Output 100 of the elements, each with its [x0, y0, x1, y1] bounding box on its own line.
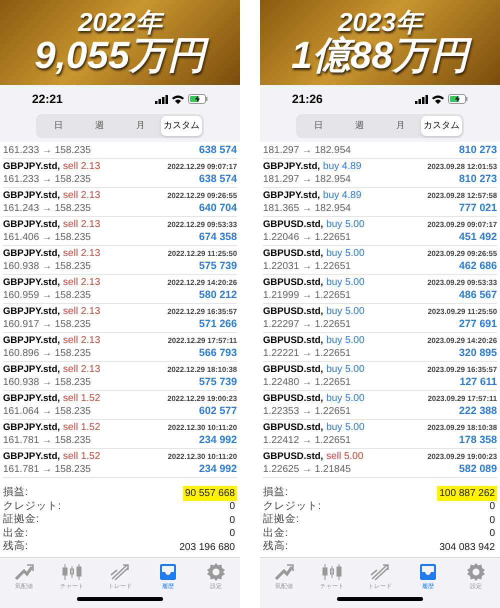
symbol: GBPUSD.std,	[263, 276, 324, 290]
profit-amount: 674 358	[199, 231, 237, 244]
order-type: sell 2.13	[63, 218, 100, 232]
profit-amount: 640 704	[199, 202, 237, 216]
symbol: GBPUSD.std,	[263, 305, 324, 318]
settings-icon	[466, 562, 486, 582]
price-range: 161.064 → 158.235	[3, 405, 91, 418]
profit-amount: 566 793	[199, 347, 237, 360]
price-range: 161.781 → 158.235	[3, 434, 91, 448]
summary-label: 出金:	[3, 526, 28, 540]
price-range: 161.243 → 158.235	[3, 202, 91, 216]
symbol: GBPJPY.std,	[3, 247, 60, 260]
price-range: 1.22297 → 1.22651	[263, 318, 351, 332]
order-type: buy 5.00	[326, 392, 365, 406]
period-tab[interactable]: カスタム	[161, 116, 202, 136]
banner-year: 2022年	[78, 9, 162, 36]
order-type: buy 4.89	[323, 160, 362, 174]
period-tab[interactable]: 月	[120, 116, 161, 136]
order-type: sell 2.13	[63, 276, 100, 290]
order-type: sell 2.13	[63, 334, 100, 348]
profit-amount: 638 574	[199, 143, 237, 158]
quotes-icon	[274, 562, 294, 581]
summary-label: クレジット:	[263, 498, 321, 513]
symbol: GBPUSD.std,	[263, 334, 324, 348]
symbol: GBPJPY.std,	[3, 218, 60, 232]
summary-value: 90 557 668	[182, 486, 237, 501]
price-range: 161.233 → 158.235	[3, 173, 91, 186]
order-type: sell 1.52	[63, 421, 100, 434]
summary-label: 残高:	[263, 539, 288, 554]
order-type: buy 5.00	[326, 334, 365, 348]
price-range: 1.22353 → 1.22651	[263, 405, 351, 418]
summary-value: 0	[488, 514, 496, 528]
summary-value: 0	[488, 527, 496, 542]
symbol: GBPJPY.std,	[3, 276, 60, 290]
price-range: 160.959 → 158.235	[3, 289, 91, 302]
profit-amount: 810 273	[459, 173, 497, 186]
summary-label: 損益:	[3, 485, 28, 500]
candlestick-icon	[62, 562, 82, 581]
profit-amount: 222 388	[459, 405, 497, 418]
period-tab[interactable]: 週	[79, 116, 120, 136]
profit-amount: 580 212	[199, 289, 237, 302]
symbol: GBPJPY.std,	[3, 189, 60, 202]
signal-icon	[155, 94, 168, 104]
summary-value: 0	[228, 500, 236, 514]
symbol: GBPJPY.std,	[3, 421, 60, 434]
price-range: 160.917 → 158.235	[3, 318, 91, 332]
price-range: 181.297 → 182.954	[263, 173, 351, 186]
summary-value: 203 196 680	[178, 540, 236, 555]
order-type: sell 2.13	[63, 305, 100, 318]
order-type: sell 2.13	[63, 160, 100, 174]
symbol: GBPJPY.std,	[263, 189, 320, 202]
order-type: sell 2.13	[63, 247, 100, 260]
inbox-icon	[418, 562, 438, 581]
price-range: 1.22412 → 1.22651	[263, 434, 351, 448]
order-type: sell 2.13	[63, 189, 100, 202]
summary-label: クレジット:	[3, 498, 61, 513]
profit-amount: 234 992	[199, 434, 237, 448]
price-range: 1.22625 → 1.21845	[263, 463, 351, 476]
banner-year: 2023年	[338, 9, 422, 36]
status-time: 22:21	[32, 91, 63, 108]
inbox-icon	[158, 562, 178, 581]
profit-amount: 777 021	[459, 202, 497, 216]
price-range: 160.938 → 158.235	[3, 260, 91, 274]
summary-value: 100 887 262	[437, 486, 497, 501]
wifi-icon	[432, 94, 444, 104]
symbol: GBPJPY.std,	[3, 392, 60, 406]
profit-amount: 602 577	[199, 405, 237, 418]
period-tab[interactable]: カスタム	[421, 116, 462, 136]
summary-value: 0	[488, 500, 496, 514]
order-type: sell 2.13	[63, 363, 100, 376]
symbol: GBPUSD.std,	[263, 450, 324, 464]
summary-value: 304 083 942	[438, 540, 496, 555]
period-tab[interactable]: 日	[298, 116, 339, 136]
battery-icon	[188, 94, 208, 104]
order-type: buy 5.00	[326, 218, 365, 232]
symbol: GBPUSD.std,	[263, 421, 324, 434]
profit-amount: 127 611	[460, 376, 497, 390]
price-range: 181.365 → 182.954	[263, 202, 351, 216]
period-tab[interactable]: 週	[339, 116, 380, 136]
symbol: GBPJPY.std,	[3, 450, 60, 464]
period-tab[interactable]: 日	[38, 116, 79, 136]
summary-value: 0	[228, 527, 236, 542]
symbol: GBPJPY.std,	[3, 160, 60, 174]
order-type: buy 5.00	[326, 421, 365, 434]
wifi-icon	[172, 94, 184, 104]
symbol: GBPUSD.std,	[263, 363, 324, 376]
profit-amount: 320 895	[459, 347, 497, 360]
price-range: 1.22046 → 1.22651	[263, 231, 351, 244]
profit-amount: 571 266	[199, 318, 237, 332]
symbol: GBPUSD.std,	[263, 218, 324, 232]
symbol: GBPUSD.std,	[263, 392, 324, 406]
period-tab[interactable]: 月	[380, 116, 421, 136]
trend-icon	[110, 562, 130, 581]
price-range: 1.22480 → 1.22651	[263, 376, 351, 390]
profit-amount: 486 567	[459, 289, 497, 302]
symbol: GBPJPY.std,	[3, 363, 60, 376]
profit-amount: 810 273	[459, 143, 497, 158]
profit-amount: 178 358	[459, 434, 497, 448]
price-range: 160.896 → 158.235	[3, 347, 91, 360]
quotes-icon	[14, 562, 34, 581]
